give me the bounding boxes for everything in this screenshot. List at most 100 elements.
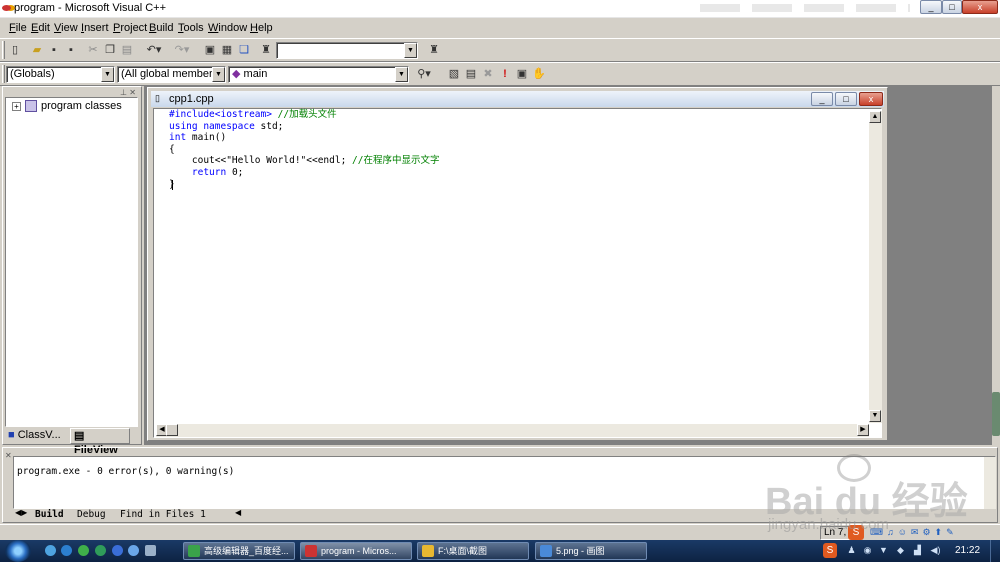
- ie-icon[interactable]: [61, 545, 72, 556]
- cut-icon[interactable]: ✂: [85, 42, 101, 58]
- taskbar-item-vc[interactable]: program - Micros...: [300, 542, 412, 560]
- menu-file[interactable]: File: [9, 22, 27, 34]
- code-line[interactable]: int main(): [169, 132, 439, 144]
- ime-icon[interactable]: S: [848, 525, 864, 540]
- tray-user-icon[interactable]: ♟: [846, 544, 857, 556]
- stop-build-icon[interactable]: ✖: [480, 66, 496, 82]
- taskbar-item-editor[interactable]: 高级编辑器_百度经...: [183, 542, 295, 560]
- compile-icon[interactable]: ▧: [446, 66, 462, 82]
- desktop-icon[interactable]: [45, 545, 56, 556]
- horizontal-scrollbar[interactable]: ◀ ▶: [156, 424, 869, 437]
- side-handle[interactable]: [992, 392, 1000, 436]
- tab-debug[interactable]: Debug: [77, 509, 106, 521]
- output-pane-controls[interactable]: ✕: [5, 451, 12, 460]
- tray-security-icon[interactable]: ◆: [895, 544, 906, 556]
- build-icon[interactable]: ▤: [463, 66, 479, 82]
- tray-signal-icon[interactable]: ▟: [912, 544, 923, 556]
- code-line[interactable]: }: [169, 179, 439, 191]
- output-scrollbar[interactable]: [984, 457, 996, 509]
- tab-classview[interactable]: ■ ClassV...: [5, 428, 69, 444]
- app-green-icon[interactable]: [78, 545, 89, 556]
- filter-combo[interactable]: (All global members ▼: [117, 66, 226, 83]
- taskbar-item-paint[interactable]: 5.png - 画图: [535, 542, 647, 560]
- code-text[interactable]: #include<iostream> //加载头文件 using namespac…: [169, 109, 439, 190]
- editor-minimize-button[interactable]: _: [811, 92, 833, 106]
- undo-icon[interactable]: ↶▾: [142, 42, 166, 58]
- save-icon[interactable]: ▪: [46, 42, 62, 58]
- copy-icon[interactable]: ❐: [102, 42, 118, 58]
- code-line[interactable]: using namespace std;: [169, 121, 439, 133]
- app-blue-icon[interactable]: [112, 545, 123, 556]
- tray-ime-icon[interactable]: S: [823, 543, 837, 558]
- member-combo[interactable]: ◆ main ▼: [228, 66, 409, 83]
- code-line[interactable]: return 0;: [169, 167, 439, 179]
- show-desktop-button[interactable]: [990, 540, 1000, 562]
- tab-nav-icon[interactable]: ◀: [235, 508, 241, 517]
- app-shield-icon[interactable]: [95, 545, 106, 556]
- new-file-icon[interactable]: ▯: [7, 42, 23, 58]
- menu-tools[interactable]: Tools: [178, 22, 204, 34]
- scroll-up-icon[interactable]: ▲: [869, 111, 881, 123]
- scroll-thumb[interactable]: [166, 424, 178, 436]
- menu-project[interactable]: Project: [113, 22, 147, 34]
- menu-window[interactable]: Window: [208, 22, 247, 34]
- menu-help[interactable]: Help: [250, 22, 273, 34]
- go-icon[interactable]: ▣: [514, 66, 530, 82]
- pane-controls[interactable]: ⊥ ✕: [120, 88, 136, 97]
- workspace-icon[interactable]: ▣: [202, 42, 218, 58]
- output-window-icon[interactable]: ▦: [219, 42, 235, 58]
- find-icon[interactable]: ♜: [426, 42, 442, 58]
- editor-maximize-button[interactable]: □: [835, 92, 857, 106]
- classview-icon: ■: [8, 429, 15, 441]
- scope-combo[interactable]: (Globals) ▼: [6, 66, 115, 83]
- taskbar-item-explorer[interactable]: F:\桌面\截图: [417, 542, 529, 560]
- start-button[interactable]: [5, 540, 31, 562]
- chevron-down-icon[interactable]: ▼: [212, 67, 225, 82]
- tab-find-in-files[interactable]: Find in Files 1: [120, 509, 206, 521]
- taskbar-item-icon: [422, 545, 434, 557]
- menu-build[interactable]: Build: [149, 22, 173, 34]
- find-combo[interactable]: ▼: [276, 42, 418, 59]
- scroll-down-icon[interactable]: ▼: [869, 410, 881, 422]
- chevron-down-icon[interactable]: ▼: [404, 43, 417, 58]
- breakpoint-icon[interactable]: ✋: [531, 66, 547, 82]
- menu-view[interactable]: View: [54, 22, 78, 34]
- code-line[interactable]: {: [169, 144, 439, 156]
- find-in-files-icon[interactable]: ♜: [258, 42, 274, 58]
- tray-network-icon[interactable]: ◉: [862, 544, 873, 556]
- ime-toolbar-icons[interactable]: ⌨♫☺✉⚙⬆✎: [870, 527, 998, 539]
- vertical-scrollbar[interactable]: ▲ ▼: [869, 111, 882, 423]
- execute-icon[interactable]: !: [497, 66, 513, 82]
- chevron-down-icon[interactable]: ▼: [395, 67, 408, 82]
- open-folder-icon[interactable]: ▰: [29, 42, 45, 58]
- menu-insert[interactable]: Insert: [81, 22, 109, 34]
- paste-icon[interactable]: ▤: [119, 42, 135, 58]
- code-token: 0;: [226, 166, 244, 178]
- app-keyboard-icon[interactable]: [145, 545, 156, 556]
- expand-icon[interactable]: +: [12, 102, 21, 111]
- code-line[interactable]: cout<<"Hello World!"<<endl; //在程序中显示文字: [169, 155, 440, 167]
- scroll-right-icon[interactable]: ▶: [857, 424, 869, 436]
- tab-build[interactable]: Build: [35, 509, 64, 521]
- tab-scroll-icon[interactable]: ◀▶: [15, 508, 27, 517]
- wizard-action-icon[interactable]: ⚲▾: [412, 66, 436, 82]
- minimize-button[interactable]: _: [920, 0, 942, 14]
- tab-fileview[interactable]: ▤ FileView: [70, 428, 130, 456]
- code-line[interactable]: #include<iostream> //加载头文件: [169, 109, 439, 121]
- chevron-down-icon[interactable]: ▼: [101, 67, 114, 82]
- save-all-icon[interactable]: ▪: [63, 42, 79, 58]
- tree-root-label[interactable]: program classes: [41, 100, 122, 112]
- output-text-area[interactable]: program.exe - 0 error(s), 0 warning(s): [13, 456, 996, 509]
- code-token: cout<<"Hello World!"<<endl;: [169, 155, 353, 167]
- redo-icon[interactable]: ↷▾: [170, 42, 194, 58]
- tray-volume-icon[interactable]: ◀): [930, 544, 941, 556]
- maximize-button[interactable]: □: [942, 0, 962, 14]
- app-window-icon[interactable]: [128, 545, 139, 556]
- code-keyword: return: [191, 166, 227, 178]
- tray-shield-icon[interactable]: ▼: [878, 544, 889, 556]
- menu-edit[interactable]: Edit: [31, 22, 50, 34]
- window-list-icon[interactable]: ❏: [236, 42, 252, 58]
- editor-close-button[interactable]: x: [859, 92, 883, 106]
- close-button[interactable]: x: [962, 0, 998, 14]
- code-editor[interactable]: #include<iostream> //加载头文件 using namespac…: [153, 108, 882, 438]
